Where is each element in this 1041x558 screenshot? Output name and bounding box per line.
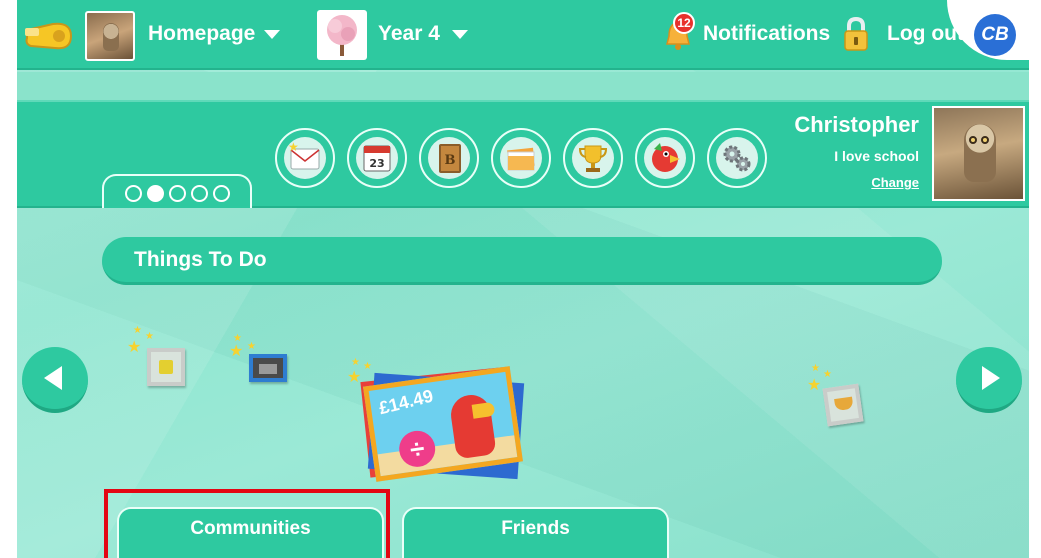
profile-status: I love school	[834, 148, 919, 164]
user-avatar-small[interactable]	[85, 11, 135, 61]
folders-icon	[500, 137, 542, 179]
carousel-dot-5[interactable]	[212, 184, 230, 202]
homepage-menu-label[interactable]: Homepage	[148, 22, 255, 46]
settings-button[interactable]	[707, 128, 767, 188]
task-item-1[interactable]: ★ ★ ★	[127, 326, 187, 392]
trophy-button[interactable]	[563, 128, 623, 188]
brand-logo[interactable]: CB	[974, 14, 1016, 56]
carousel-dot-4[interactable]	[190, 184, 208, 202]
things-to-do-title: Things To Do	[134, 248, 267, 271]
parrot-icon	[448, 392, 497, 460]
highlight-box	[104, 489, 390, 558]
profile-name: Christopher	[794, 112, 919, 137]
lock-icon[interactable]	[842, 16, 870, 52]
year-menu-label[interactable]: Year 4	[378, 22, 440, 46]
owl-icon	[964, 124, 996, 182]
task-thumbnail	[249, 354, 287, 382]
featured-task-card[interactable]: £14.49 ÷	[357, 364, 527, 482]
star-icon: ★	[823, 369, 832, 380]
task-item-4[interactable]: ★ ★ ★	[807, 364, 867, 430]
top-bar: Homepage Year 4 12 Notifications Log out…	[17, 0, 1029, 70]
calendar-icon: 23	[356, 137, 398, 179]
mail-icon: ★	[284, 137, 326, 179]
whistle-icon[interactable]	[23, 20, 75, 52]
calendar-button[interactable]: 23	[347, 128, 407, 188]
book-button[interactable]: B	[419, 128, 479, 188]
carousel-pagination	[102, 174, 252, 208]
carousel-next-button[interactable]	[956, 347, 1022, 413]
carousel-prev-button[interactable]	[22, 347, 88, 413]
star-icon: ★	[247, 341, 256, 352]
header-strip	[17, 72, 1029, 100]
blossom-tree-icon	[327, 15, 357, 56]
tab-friends[interactable]: Friends	[402, 507, 669, 558]
carousel-dot-3[interactable]	[168, 184, 186, 202]
arrow-right-icon	[982, 366, 1000, 390]
folders-button[interactable]	[491, 128, 551, 188]
star-icon: ★	[229, 343, 244, 360]
parrot-icon	[644, 137, 686, 179]
task-thumbnail	[822, 383, 864, 427]
star-icon: ★	[133, 325, 142, 336]
money-maths-activity: £14.49 ÷	[363, 366, 523, 482]
parrot-button[interactable]	[635, 128, 695, 188]
svg-text:★: ★	[288, 140, 299, 154]
messages-button[interactable]: ★	[275, 128, 335, 188]
star-icon: ★	[145, 331, 154, 342]
year-tree-thumbnail[interactable]	[317, 10, 367, 60]
chevron-down-icon[interactable]	[264, 30, 280, 39]
book-icon: B	[428, 137, 470, 179]
change-status-link[interactable]: Change	[871, 175, 919, 190]
star-icon: ★	[127, 339, 142, 356]
task-thumbnail	[147, 348, 185, 386]
price-label: £14.49	[376, 385, 436, 419]
star-icon: ★	[807, 377, 822, 394]
app-frame: Homepage Year 4 12 Notifications Log out…	[17, 0, 1029, 558]
trophy-icon	[572, 137, 614, 179]
task-item-2[interactable]: ★ ★ ★	[229, 334, 291, 386]
star-icon: ★	[811, 363, 820, 374]
carousel-dot-2[interactable]	[146, 184, 164, 202]
chevron-down-icon[interactable]	[452, 30, 468, 39]
carousel-dot-1[interactable]	[124, 184, 142, 202]
notification-count-badge: 12	[673, 12, 695, 34]
arrow-left-icon	[44, 366, 62, 390]
settings-icon	[716, 137, 758, 179]
user-avatar-large[interactable]	[932, 106, 1025, 201]
book-letter-text: B	[445, 153, 456, 168]
calendar-day-text: 23	[369, 157, 384, 170]
notifications-link[interactable]: Notifications	[703, 22, 830, 46]
